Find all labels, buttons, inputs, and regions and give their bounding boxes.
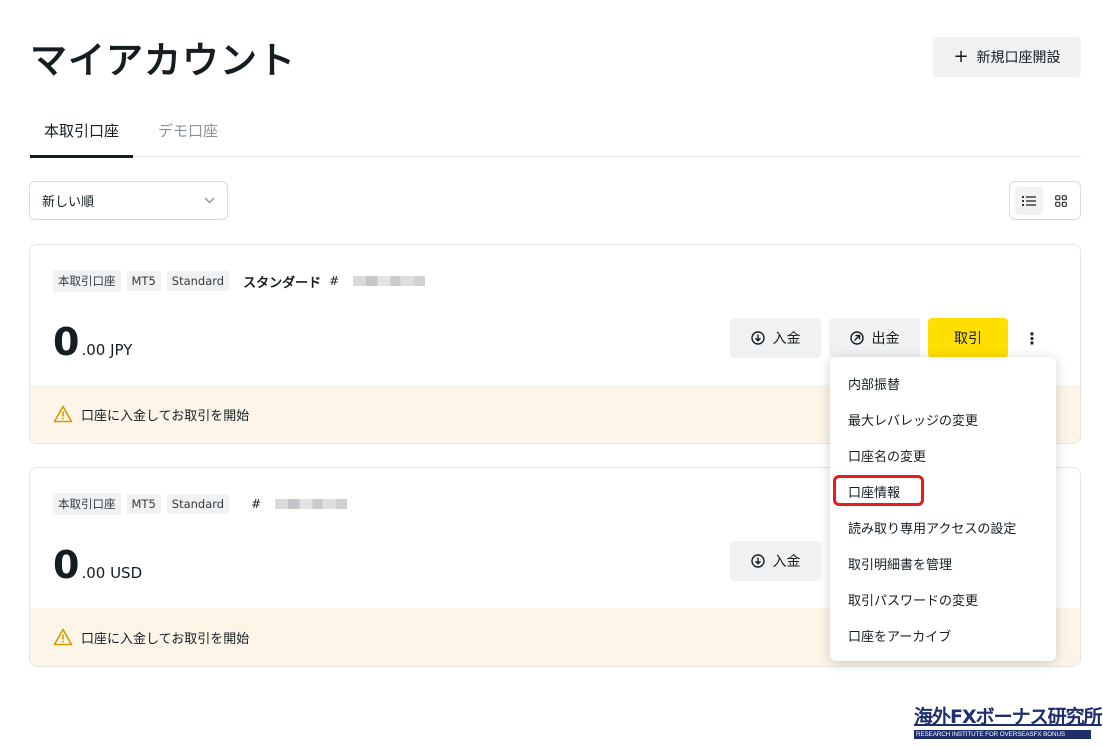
redacted-account-number [353, 276, 426, 286]
deposit-button[interactable]: 入金 [730, 541, 821, 581]
redacted-account-number [275, 499, 348, 509]
warning-icon [53, 628, 73, 646]
trade-label: 取引 [954, 331, 982, 347]
trade-button[interactable]: 取引 [928, 318, 1008, 358]
highlight-box [833, 475, 924, 506]
withdraw-label: 出金 [871, 331, 900, 347]
watermark-main: 海外FXボーナス研究所 [914, 706, 1103, 728]
account-tags: 本取引口座 MT5 Standard スタンダード # [53, 270, 426, 292]
tab-live-account[interactable]: 本取引口座 [30, 120, 134, 158]
account-number-prefix: # [251, 497, 262, 511]
grid-icon [1055, 194, 1067, 207]
withdraw-icon [849, 331, 864, 345]
menu-item-archive-account[interactable]: 口座をアーカイブ [830, 617, 1056, 653]
menu-item-change-leverage[interactable]: 最大レバレッジの変更 [830, 401, 1056, 437]
sort-select[interactable]: 新しい順 [29, 181, 228, 220]
account-name: スタンダード [243, 275, 322, 291]
withdraw-button[interactable]: 出金 [829, 318, 920, 358]
menu-item-label: 口座名の変更 [848, 449, 927, 465]
more-options-button[interactable]: ⋮ [1020, 325, 1044, 351]
menu-item-label: 取引パスワードの変更 [848, 593, 979, 609]
account-class-tag: Standard [166, 271, 230, 291]
menu-item-statements[interactable]: 取引明細書を管理 [830, 545, 1056, 581]
watermark-sub: RESEARCH INSTITUTE FOR OVERSEASFX BONUS [914, 730, 1091, 739]
warning-text: 口座に入金してお取引を開始 [81, 408, 250, 424]
warning-icon [53, 405, 73, 423]
deposit-button[interactable]: 入金 [730, 318, 821, 358]
menu-item-label: 読み取り専用アクセスの設定 [848, 521, 1017, 537]
list-view-button[interactable] [1015, 186, 1043, 215]
list-icon [1022, 195, 1036, 206]
sort-selected-value: 新しい順 [42, 195, 95, 210]
view-toggle [1009, 181, 1081, 220]
account-tags: 本取引口座 MT5 Standard # [53, 493, 348, 515]
deposit-label: 入金 [772, 554, 801, 570]
account-type-tag: 本取引口座 [53, 493, 121, 515]
deposit-icon [750, 331, 765, 345]
balance-integer: 0 [53, 543, 80, 587]
balance-decimal-currency: .00 USD [81, 564, 143, 582]
account-class-tag: Standard [166, 494, 230, 514]
menu-item-label: 口座をアーカイブ [848, 629, 952, 645]
platform-tag: MT5 [126, 271, 161, 291]
plus-icon: + [953, 46, 969, 67]
balance-integer: 0 [53, 320, 80, 364]
new-account-label: 新規口座開設 [976, 50, 1061, 66]
menu-item-label: 内部振替 [848, 377, 901, 393]
menu-item-internal-transfer[interactable]: 内部振替 [830, 365, 1056, 401]
menu-item-account-info[interactable]: 口座情報 [830, 473, 1056, 509]
site-watermark: 海外FXボーナス研究所 RESEARCH INSTITUTE FOR OVERS… [914, 702, 1103, 739]
menu-item-label: 最大レバレッジの変更 [848, 413, 979, 429]
account-balance: 0 .00 JPY [53, 323, 132, 361]
new-account-button[interactable]: + 新規口座開設 [933, 37, 1081, 77]
deposit-label: 入金 [772, 331, 801, 347]
platform-tag: MT5 [126, 494, 161, 514]
menu-item-change-password[interactable]: 取引パスワードの変更 [830, 581, 1056, 617]
account-options-menu: 内部振替 最大レバレッジの変更 口座名の変更 口座情報 読み取り専用アクセスの設… [830, 357, 1056, 661]
deposit-icon [750, 554, 765, 568]
warning-text: 口座に入金してお取引を開始 [81, 631, 250, 647]
menu-item-rename-account[interactable]: 口座名の変更 [830, 437, 1056, 473]
account-type-tag: 本取引口座 [53, 270, 121, 292]
chevron-down-icon [204, 194, 215, 207]
page-title: マイアカウント [30, 39, 296, 82]
account-number-prefix: # [329, 274, 340, 288]
menu-item-read-only-access[interactable]: 読み取り専用アクセスの設定 [830, 509, 1056, 545]
menu-item-label: 取引明細書を管理 [848, 557, 953, 573]
account-tabs: 本取引口座 デモ口座 [30, 110, 1081, 158]
tab-demo-account[interactable]: デモ口座 [158, 120, 218, 155]
balance-decimal-currency: .00 JPY [81, 341, 133, 359]
grid-view-button[interactable] [1047, 187, 1075, 215]
account-balance: 0 .00 USD [53, 546, 142, 584]
